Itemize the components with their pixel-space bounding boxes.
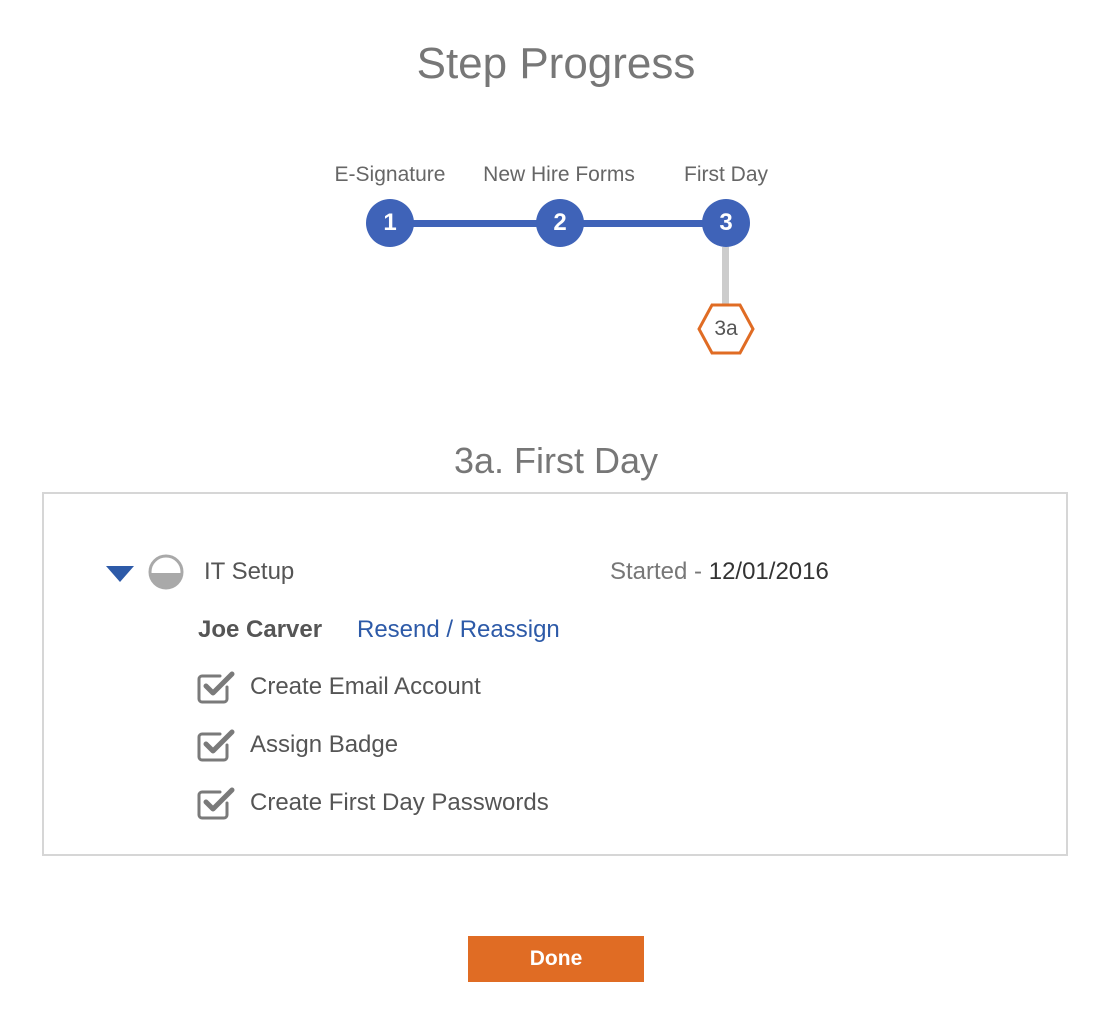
task-group-name: IT Setup: [204, 558, 295, 585]
caret-down-icon: [106, 566, 134, 582]
status-date: 12/01/2016: [708, 558, 829, 585]
done-button[interactable]: Done: [468, 936, 644, 982]
step-3-label: First Day: [684, 163, 768, 186]
assignee-name: Joe Carver: [198, 616, 323, 643]
checklist-item-label: Create First Day Passwords: [250, 789, 549, 816]
checked-checkbox-icon[interactable]: [196, 670, 236, 706]
page-title: Step Progress: [416, 39, 696, 88]
substep-connector: [722, 247, 729, 304]
checklist-item-label: Assign Badge: [250, 731, 399, 758]
checklist-item-label: Create Email Account: [250, 673, 481, 700]
step-2-circle[interactable]: 2: [536, 199, 584, 247]
checked-checkbox-icon[interactable]: [196, 786, 236, 822]
substep-label: 3a: [714, 317, 738, 340]
status-label: Started -: [610, 558, 703, 585]
checked-checkbox-icon[interactable]: [196, 728, 236, 764]
resend-reassign-link[interactable]: Resend / Reassign: [357, 615, 560, 645]
substep-3a-hexagon[interactable]: 3a: [697, 302, 755, 356]
half-filled-circle-icon: [148, 554, 184, 590]
step-1-circle[interactable]: 1: [366, 199, 414, 247]
step-3-circle[interactable]: 3: [702, 199, 750, 247]
collapse-toggle-button[interactable]: [106, 566, 134, 582]
task-status: Started - 12/01/2016: [610, 557, 829, 587]
section-title: 3a. First Day: [453, 440, 659, 481]
step-connector-1-2: [390, 220, 560, 227]
